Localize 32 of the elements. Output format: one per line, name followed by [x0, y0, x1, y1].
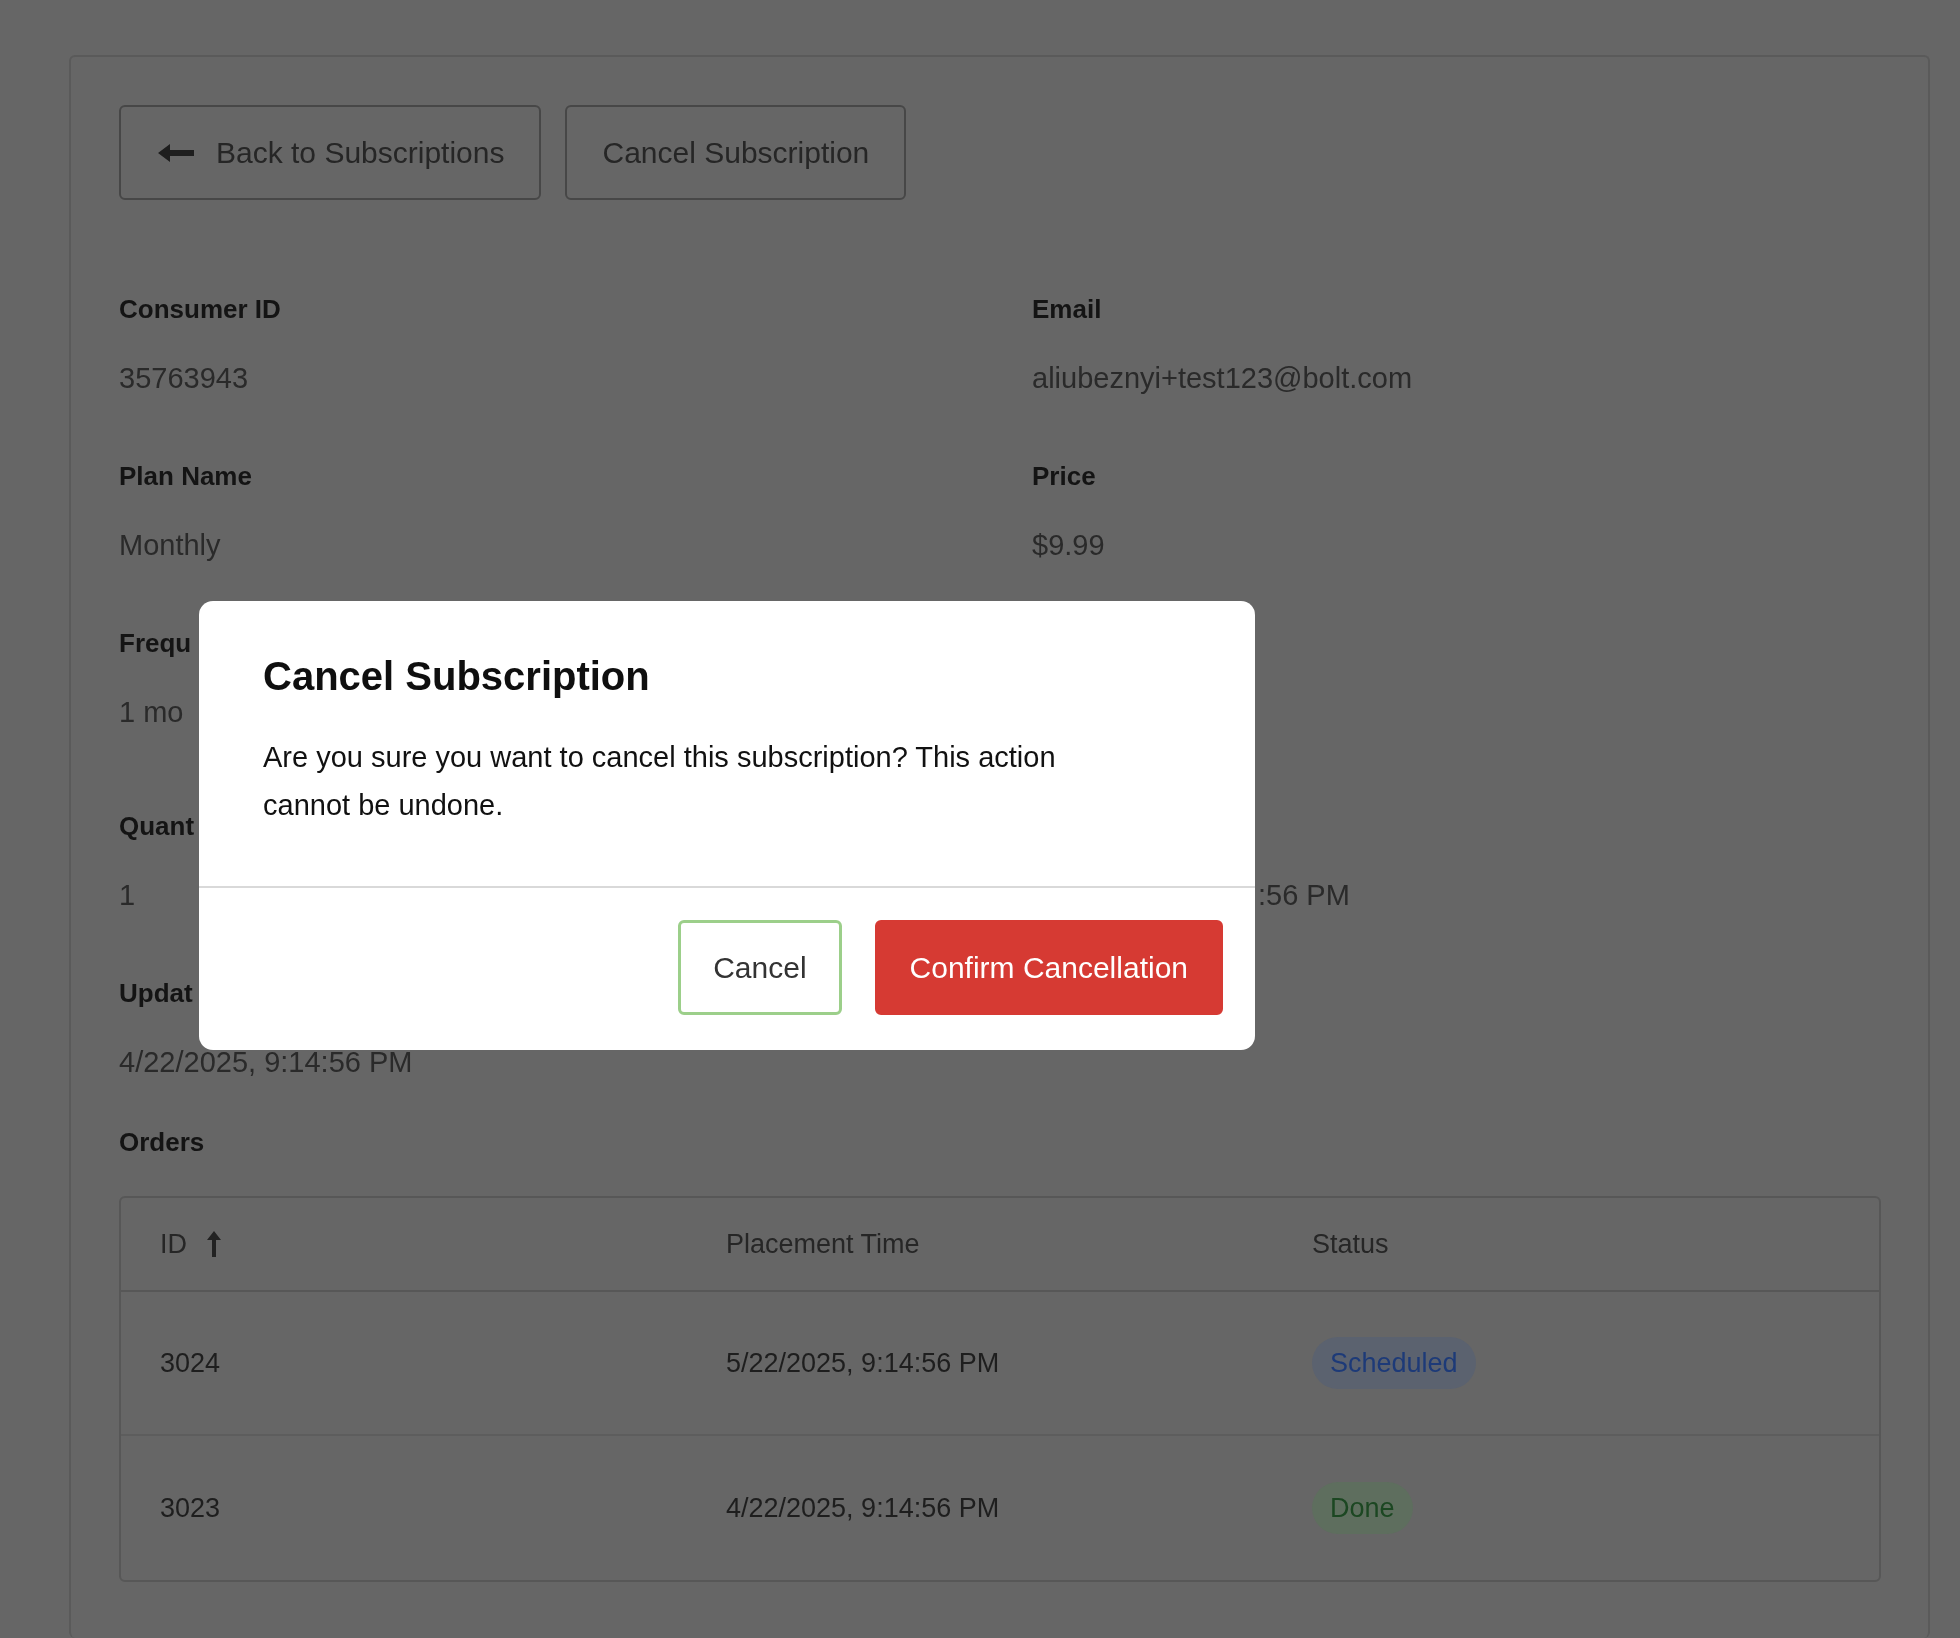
field-value: 35763943	[119, 361, 249, 396]
section-heading: Orders	[119, 1126, 206, 1158]
field-label: Frequ	[119, 627, 192, 659]
field-value: aliubeznyi+test123@bolt.com	[1032, 361, 1413, 396]
field-label: Price	[1032, 460, 1096, 492]
table-cell-text: 3023	[160, 1491, 221, 1525]
column-header[interactable]: Status	[1312, 1223, 1389, 1265]
status-badge: Done	[1312, 1481, 1413, 1535]
field-value: 4/22/2025, 9:14:56 PM	[119, 1045, 413, 1080]
field-label: Plan Name	[119, 460, 252, 492]
dialog-message: Are you sure you want to cancel this subscription? This action cannot be undone.	[263, 740, 1057, 823]
field-value: 1	[119, 878, 136, 913]
dialog-title: Cancel Subscription	[263, 653, 650, 700]
sort-arrow-icon[interactable]	[205, 1229, 223, 1259]
field-label: Quant	[119, 810, 195, 842]
table-cell-text: 3024	[160, 1346, 221, 1380]
toolbar-button[interactable]: Back to Subscriptions	[119, 105, 542, 200]
status-badge: Scheduled	[1312, 1336, 1476, 1390]
field-value: :56 PM	[1258, 878, 1350, 913]
dialog-button[interactable]: Confirm Cancellation	[874, 920, 1223, 1015]
field-value: 1 mo	[119, 695, 184, 730]
field-label: Consumer ID	[119, 293, 281, 325]
column-header[interactable]: Placement Time	[726, 1223, 920, 1265]
table-cell-text: 4/22/2025, 9:14:56 PM	[726, 1491, 1000, 1525]
dialog-button[interactable]: Cancel	[678, 920, 842, 1015]
field-value: Monthly	[119, 528, 221, 563]
toolbar-button[interactable]: Cancel Subscription	[565, 105, 907, 200]
column-header[interactable]: ID	[160, 1223, 187, 1265]
field-value: $9.99	[1032, 528, 1105, 563]
field-label: Email	[1032, 293, 1102, 325]
field-label: Updat	[119, 977, 193, 1009]
table-cell-text: 5/22/2025, 9:14:56 PM	[726, 1346, 1000, 1380]
